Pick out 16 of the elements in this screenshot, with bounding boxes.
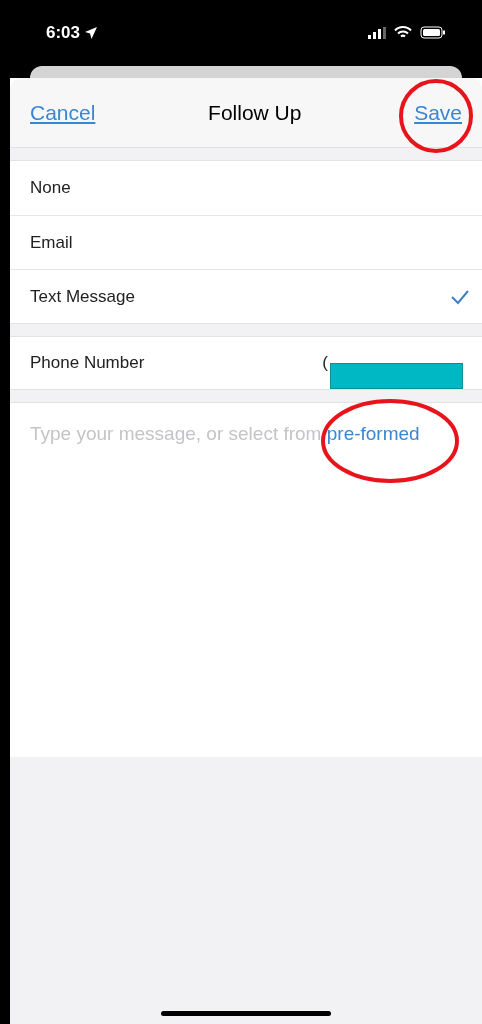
method-label: Email	[30, 231, 73, 254]
location-arrow-icon	[84, 25, 99, 40]
method-label: None	[30, 177, 71, 200]
phone-number-value: (	[322, 352, 328, 375]
status-time: 6:03	[46, 22, 81, 44]
phone-number-label: Phone Number	[30, 352, 145, 375]
phone-number-row[interactable]: Phone Number (	[10, 336, 482, 390]
wifi-icon	[394, 26, 412, 40]
message-placeholder: Type your message, or select from	[30, 423, 322, 444]
battery-icon	[420, 26, 446, 40]
sheet-title: Follow Up	[208, 99, 302, 126]
signal-icon	[368, 26, 386, 39]
pre-formed-link[interactable]: pre-formed	[326, 423, 420, 444]
message-field[interactable]: Type your message, or select from pre-formed	[10, 402, 482, 757]
method-label: Text Message	[30, 285, 135, 308]
cancel-button[interactable]: Cancel	[30, 96, 96, 129]
